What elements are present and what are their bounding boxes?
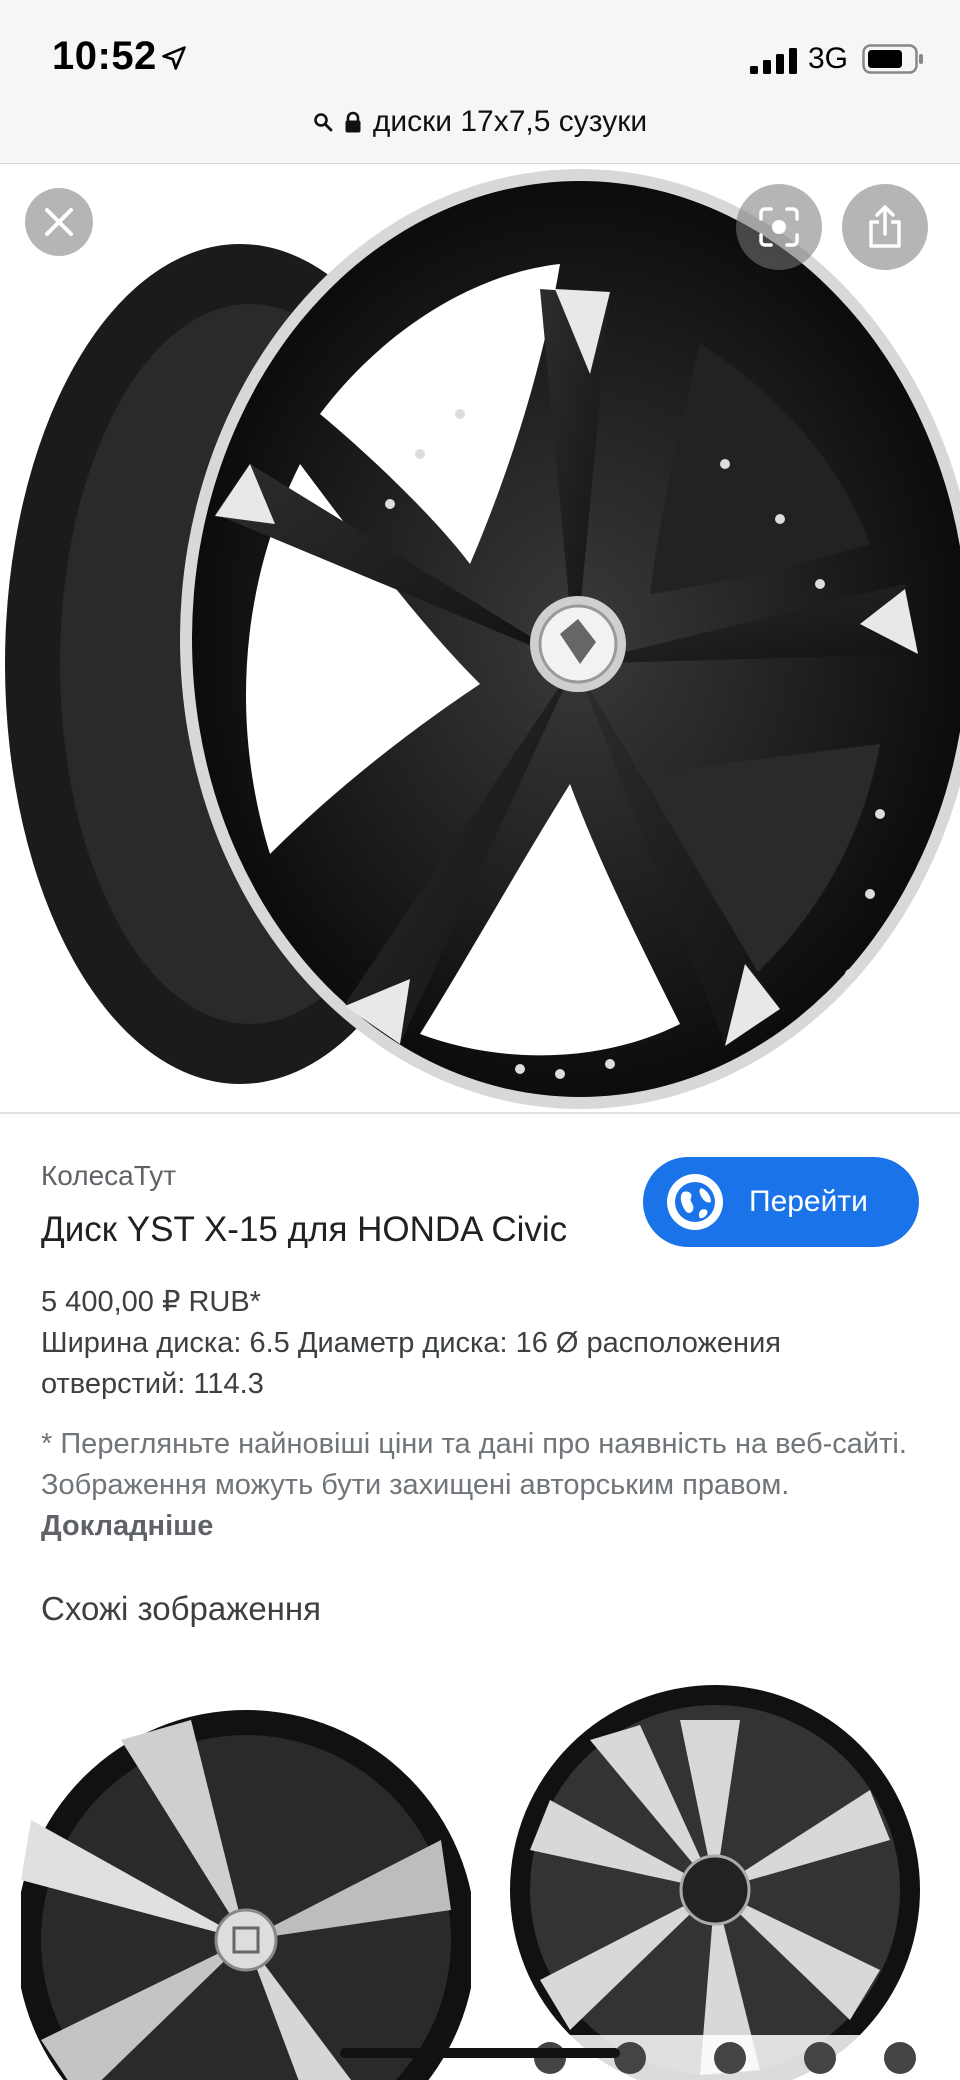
wheel-image [5, 169, 960, 1109]
browser-chrome: 10:52 3G диски 17x7,5 сузуки [0, 0, 960, 164]
wheel-thumbnail-2 [490, 1680, 940, 2080]
close-button[interactable] [25, 188, 93, 256]
search-icon [314, 113, 333, 132]
visit-button[interactable]: Перейти [643, 1157, 919, 1247]
wheel-thumbnail-1 [21, 1680, 471, 2080]
disclaimer: * Перегляньте найновіші ціни та дані про… [41, 1424, 931, 1547]
learn-more-link[interactable]: Докладніше [41, 1510, 213, 1542]
divider [0, 1112, 960, 1114]
address-query: диски 17x7,5 сузуки [372, 105, 648, 138]
battery-icon [862, 44, 923, 74]
signal-icon [750, 48, 797, 74]
share-button[interactable] [842, 184, 928, 270]
status-time: 10:52 [52, 34, 157, 78]
lens-button[interactable] [736, 184, 822, 270]
similar-thumbnail[interactable] [21, 1680, 471, 2080]
network-type: 3G [808, 42, 849, 75]
share-icon [869, 205, 901, 248]
lens-icon [759, 207, 799, 247]
globe-icon [667, 1174, 723, 1230]
home-indicator[interactable] [340, 2048, 620, 2058]
disclaimer-text: * Перегляньте найновіші ціни та дані про… [41, 1428, 907, 1501]
close-icon [45, 208, 73, 236]
result-title[interactable]: Диск YST X-15 для HONDA Civic [41, 1210, 567, 1250]
visit-button-label: Перейти [749, 1185, 868, 1218]
similar-thumbnail[interactable] [490, 1680, 940, 2080]
similar-images-title: Схожі зображення [41, 1590, 321, 1627]
image-viewer[interactable] [0, 164, 960, 1114]
specs: Ширина диска: 6.5 Диаметр диска: 16 Ø ра… [41, 1327, 781, 1400]
source-name[interactable]: КолесаТут [41, 1160, 176, 1192]
status-bar: 10:52 3G [0, 0, 960, 110]
address-bar[interactable]: диски 17x7,5 сузуки [0, 100, 960, 144]
price: 5 400,00 ₽ RUB* [41, 1286, 261, 1318]
lock-icon [345, 111, 361, 133]
location-arrow-icon [162, 46, 186, 70]
